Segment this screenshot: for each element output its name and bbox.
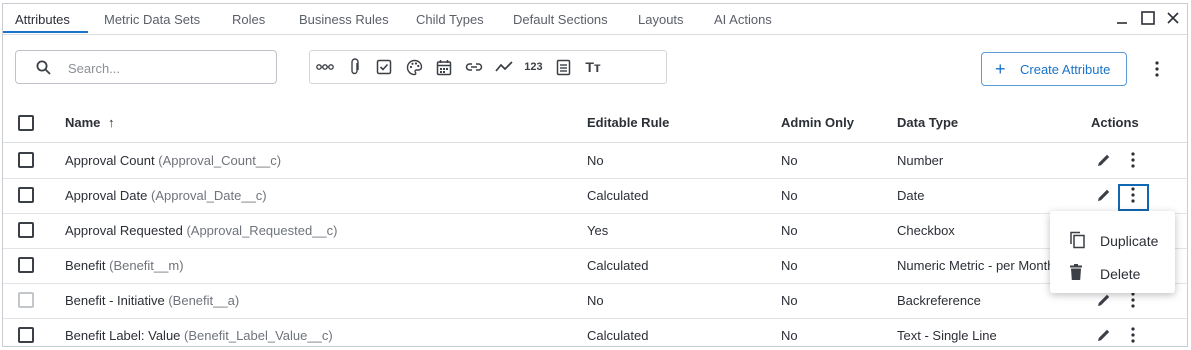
column-actions-header: Actions (1091, 115, 1139, 130)
attribute-name[interactable]: Benefit Label: Value (Benefit_Label_Valu… (65, 328, 333, 343)
row-checkbox[interactable] (18, 257, 34, 273)
active-tab-indicator (3, 31, 88, 33)
column-name-header[interactable]: Name (65, 115, 100, 130)
row-checkbox[interactable] (18, 327, 34, 343)
table-row[interactable]: Benefit - Initiative (Benefit__a) No No … (3, 283, 1187, 319)
tab-attributes[interactable]: Attributes (15, 12, 70, 27)
row-more-icon[interactable] (1129, 151, 1137, 169)
minimize-icon[interactable] (1113, 9, 1131, 27)
data-type-cell: Numeric Metric - per Month (897, 258, 1055, 273)
search-input[interactable] (66, 57, 270, 79)
maximize-icon[interactable] (1139, 9, 1157, 27)
admin-only-cell: No (781, 223, 798, 238)
column-data-type-header[interactable]: Data Type (897, 115, 958, 130)
attribute-name[interactable]: Benefit - Initiative (Benefit__a) (65, 293, 239, 308)
close-icon[interactable] (1164, 9, 1182, 27)
editable-rule-cell: Calculated (587, 328, 649, 343)
plus-icon: + (995, 59, 1006, 79)
delete-label: Delete (1100, 266, 1141, 282)
row-checkbox[interactable] (18, 222, 34, 238)
palette-icon[interactable] (399, 51, 429, 83)
tab-child-types[interactable]: Child Types (416, 12, 484, 27)
duplicate-label: Duplicate (1100, 233, 1159, 249)
number-icon[interactable]: 123 (519, 51, 549, 83)
editable-rule-cell: No (587, 153, 604, 168)
edit-pencil-icon[interactable] (1097, 153, 1111, 167)
row-more-focus-ring (1118, 184, 1149, 211)
create-attribute-button[interactable]: + Create Attribute (981, 52, 1127, 86)
row-actions-menu: Duplicate Delete (1050, 211, 1175, 293)
data-type-cell: Date (897, 188, 925, 203)
tab-default-sections[interactable]: Default Sections (513, 12, 608, 27)
editable-rule-cell: Calculated (587, 258, 649, 273)
hyperlink-icon[interactable] (459, 51, 489, 83)
search-icon (36, 60, 51, 75)
tab-ai-actions[interactable]: AI Actions (714, 12, 772, 27)
menu-item-duplicate[interactable]: Duplicate (1050, 224, 1175, 254)
link-chain-icon[interactable] (310, 51, 340, 83)
attribute-name[interactable]: Benefit (Benefit__m) (65, 258, 184, 273)
data-type-cell: Backreference (897, 293, 981, 308)
data-type-cell: Number (897, 153, 944, 168)
sort-ascending-icon[interactable]: ↑ (108, 115, 115, 130)
edit-pencil-icon[interactable] (1097, 328, 1111, 342)
attribute-name[interactable]: Approval Requested (Approval_Requested__… (65, 223, 337, 238)
admin-only-cell: No (781, 188, 798, 203)
menu-item-delete[interactable]: Delete (1050, 257, 1175, 287)
row-checkbox[interactable] (18, 152, 34, 168)
trend-line-icon[interactable] (489, 51, 519, 83)
checkbox-icon[interactable] (370, 51, 400, 83)
row-checkbox (18, 292, 34, 308)
table-row[interactable]: Benefit Label: Value (Benefit_Label_Valu… (3, 318, 1187, 346)
table-row[interactable]: Approval Count (Approval_Count__c) No No… (3, 143, 1187, 179)
attribute-name[interactable]: Approval Count (Approval_Count__c) (65, 153, 281, 168)
data-type-cell: Checkbox (897, 223, 955, 238)
trash-icon (1070, 264, 1082, 280)
table-header: Name ↑ Editable Rule Admin Only Data Typ… (3, 104, 1187, 143)
column-editable-rule-header[interactable]: Editable Rule (587, 115, 669, 130)
data-type-filter-group: 123 Tт (309, 50, 667, 84)
attributes-panel: Attributes Metric Data Sets Roles Busine… (2, 3, 1188, 347)
edit-pencil-icon[interactable] (1097, 188, 1111, 202)
admin-only-cell: No (781, 293, 798, 308)
tab-bar: Attributes Metric Data Sets Roles Busine… (3, 4, 1187, 35)
data-type-cell: Text - Single Line (897, 328, 997, 343)
tab-metric-data-sets[interactable]: Metric Data Sets (104, 12, 200, 27)
tab-business-rules[interactable]: Business Rules (299, 12, 389, 27)
admin-only-cell: No (781, 328, 798, 343)
edit-pencil-icon[interactable] (1097, 293, 1111, 307)
table-row[interactable]: Benefit (Benefit__m) Calculated No Numer… (3, 248, 1187, 284)
admin-only-cell: No (781, 258, 798, 273)
duplicate-icon (1070, 231, 1085, 249)
row-checkbox[interactable] (18, 187, 34, 203)
tab-roles[interactable]: Roles (232, 12, 265, 27)
tab-layouts[interactable]: Layouts (638, 12, 684, 27)
attachment-icon[interactable] (340, 51, 370, 83)
create-attribute-label: Create Attribute (1020, 62, 1111, 77)
select-all-checkbox[interactable] (18, 115, 34, 131)
more-options-icon[interactable] (1151, 59, 1163, 79)
text-type-icon[interactable]: Tт (578, 51, 608, 83)
row-more-icon[interactable] (1129, 326, 1137, 344)
attribute-name[interactable]: Approval Date (Approval_Date__c) (65, 188, 267, 203)
admin-only-cell: No (781, 153, 798, 168)
column-admin-only-header[interactable]: Admin Only (781, 115, 854, 130)
editable-rule-cell: Yes (587, 223, 609, 238)
editable-rule-cell: No (587, 293, 604, 308)
table-row[interactable]: Approval Date (Approval_Date__c) Calcula… (3, 178, 1187, 214)
search-box[interactable] (15, 50, 277, 84)
row-more-icon[interactable] (1129, 291, 1137, 309)
table-row[interactable]: Approval Requested (Approval_Requested__… (3, 213, 1187, 249)
calendar-icon[interactable] (429, 51, 459, 83)
editable-rule-cell: Calculated (587, 188, 649, 203)
document-lines-icon[interactable] (548, 51, 578, 83)
